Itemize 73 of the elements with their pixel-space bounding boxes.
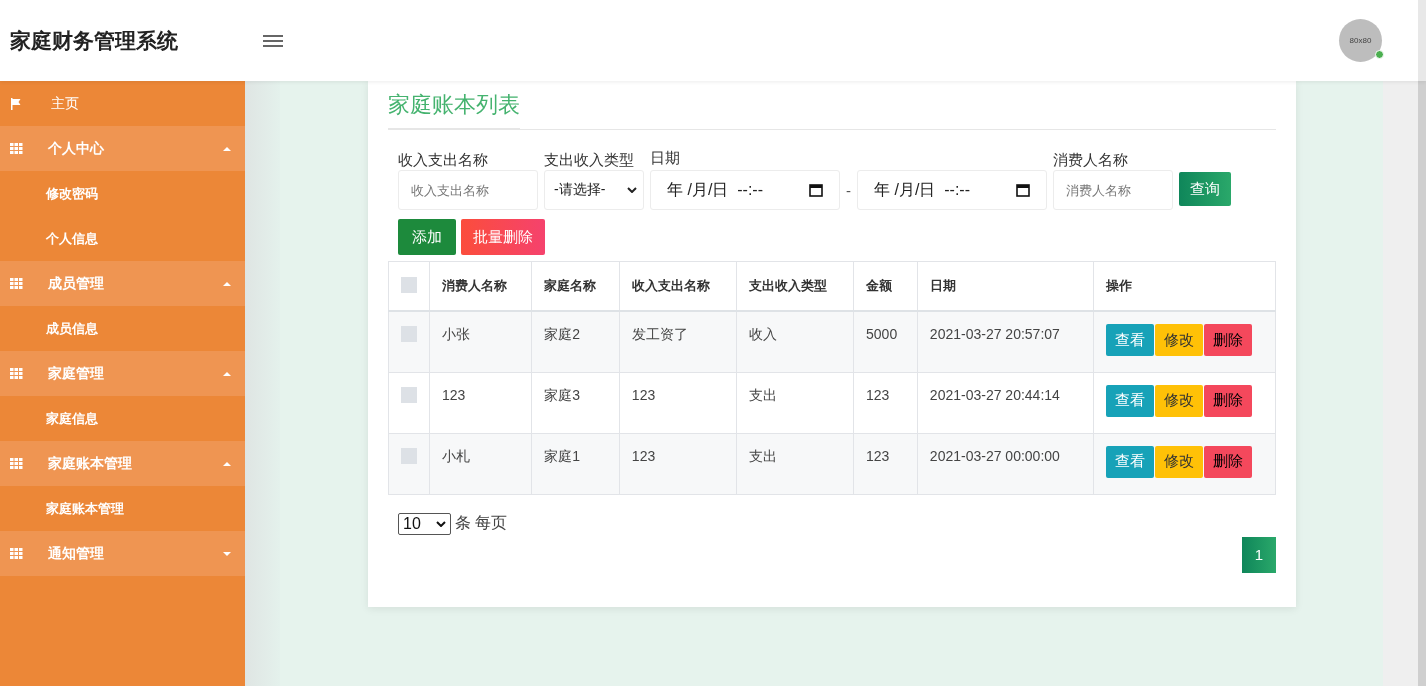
- nav-subitem[interactable]: 修改密码: [0, 171, 245, 216]
- table-cell: 5000: [853, 311, 918, 372]
- row-checkbox[interactable]: [401, 276, 417, 293]
- table-cell: 2021-03-27 20:44:14: [917, 372, 1094, 433]
- table-cell: 123: [429, 372, 532, 433]
- table-cell: 123: [853, 372, 918, 433]
- table-cell: 2021-03-27 20:57:07: [917, 311, 1094, 372]
- view-button[interactable]: 查看: [1106, 384, 1155, 417]
- table-cell: 支出: [736, 372, 854, 433]
- edit-button[interactable]: 修改: [1155, 324, 1204, 356]
- grid-icon: [10, 368, 23, 379]
- edit-button[interactable]: 修改: [1155, 445, 1204, 478]
- table-cell: 123: [619, 433, 737, 494]
- nav-subitem[interactable]: 成员信息: [0, 306, 245, 351]
- row-checkbox[interactable]: [401, 326, 417, 342]
- flag-icon: [10, 97, 22, 110]
- text-field[interactable]: 消费人名称: [1053, 170, 1173, 210]
- nav-group[interactable]: 家庭管理: [0, 351, 245, 396]
- caret-icon: [436, 520, 446, 527]
- date-field[interactable]: 年 /月/日 --:--: [650, 170, 840, 210]
- select-field[interactable]: -请选择-: [544, 170, 644, 210]
- table-cell: 发工资了: [619, 311, 737, 372]
- grid-icon: [10, 548, 23, 559]
- row-checkbox[interactable]: [401, 386, 417, 403]
- view-button[interactable]: 查看: [1106, 445, 1155, 478]
- menu-icon[interactable]: [263, 32, 283, 49]
- edit-button[interactable]: 修改: [1155, 384, 1204, 417]
- nav-subitem[interactable]: 个人信息: [0, 216, 245, 261]
- table-cell: 小张: [429, 311, 532, 372]
- table-cell: 家庭3: [531, 372, 620, 433]
- caret-icon: [627, 187, 637, 193]
- calendar-icon[interactable]: [1016, 183, 1030, 197]
- delete-button[interactable]: 删除: [1204, 445, 1253, 478]
- page-size-label: 条 每页: [455, 513, 508, 533]
- grid-icon: [10, 143, 23, 154]
- filter-label: 支出收入类型: [544, 150, 635, 170]
- delete-button[interactable]: 批量删除: [461, 219, 545, 255]
- table-cell: 123: [853, 433, 918, 494]
- calendar-icon[interactable]: [809, 183, 823, 197]
- add-button[interactable]: 添加: [398, 219, 456, 255]
- page-size-select[interactable]: 10: [398, 512, 451, 535]
- search-button[interactable]: 查询: [1179, 172, 1231, 206]
- page-button[interactable]: 1: [1242, 536, 1276, 573]
- view-button[interactable]: 查看: [1106, 324, 1155, 356]
- delete-button[interactable]: 删除: [1204, 384, 1253, 417]
- text-field[interactable]: 收入支出名称: [398, 170, 538, 210]
- filter-label: 日期: [650, 148, 681, 168]
- nav-group[interactable]: 家庭账本管理: [0, 441, 245, 486]
- scrollbar-thumb[interactable]: [1418, 81, 1426, 686]
- nav-group[interactable]: 个人中心: [0, 126, 245, 171]
- table-cell: 2021-03-27 00:00:00: [917, 433, 1094, 494]
- nav-group[interactable]: 成员管理: [0, 261, 245, 306]
- filter-label: 消费人名称: [1053, 150, 1129, 170]
- filter-label: 收入支出名称: [398, 150, 489, 170]
- table-cell: 家庭1: [531, 433, 620, 494]
- grid-icon: [10, 458, 23, 469]
- range-separator: -: [846, 181, 851, 199]
- table-cell: 家庭2: [531, 311, 620, 372]
- grid-icon: [10, 278, 23, 289]
- date-field[interactable]: 年 /月/日 --:--: [857, 170, 1047, 210]
- user-avatar[interactable]: 80x80: [1339, 19, 1382, 62]
- nav-subitem[interactable]: 家庭信息: [0, 396, 245, 441]
- nav-subitem[interactable]: 家庭账本管理: [0, 486, 245, 531]
- table-cell: 小札: [429, 433, 532, 494]
- panel-title: 家庭账本列表: [388, 90, 520, 129]
- app-title: 家庭财务管理系统: [10, 27, 179, 54]
- nav-item[interactable]: 主页: [0, 81, 245, 126]
- nav-group[interactable]: 通知管理: [0, 531, 245, 576]
- table-cell: 支出: [736, 433, 854, 494]
- table-cell: 123: [619, 372, 737, 433]
- delete-button[interactable]: 删除: [1204, 324, 1253, 356]
- row-checkbox[interactable]: [401, 447, 417, 464]
- table-cell: 收入: [736, 311, 854, 372]
